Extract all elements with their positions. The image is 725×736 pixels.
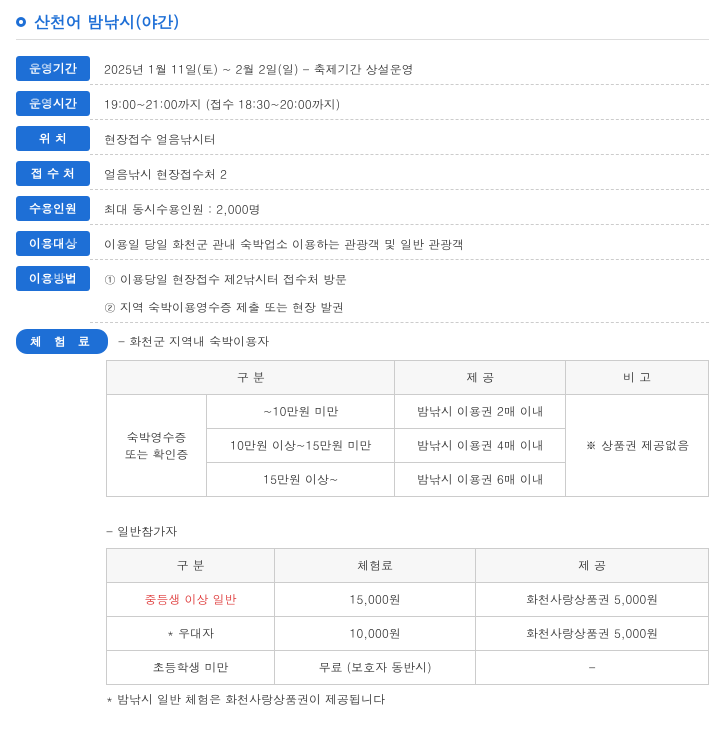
table-row: 중등생 이상 일반 15,000원 화천사랑상품권 5,000원: [107, 583, 709, 617]
value-register: 얼음낚시 현장접수처 2: [90, 161, 709, 190]
value-location: 현장접수 얼음낚시터: [90, 126, 709, 155]
row-hours: 운영시간 19:00~21:00까지 (접수 18:30~20:00까지): [16, 91, 709, 120]
label-register: 접 수 처: [16, 161, 90, 186]
th-provide: 제 공: [395, 361, 566, 395]
cell-range: 15만원 이상~: [207, 463, 395, 497]
row-fee: 체 험 료 - 화천군 지역내 숙박이용자: [16, 329, 709, 354]
row-target: 이용대상 이용일 당일 화천군 관내 숙박업소 이용하는 관광객 및 일반 관광…: [16, 231, 709, 260]
row-method: 이용방법 ① 이용당일 현장접수 제2낚시터 접수처 방문 ② 지역 숙박이용영…: [16, 266, 709, 323]
method-line2: ② 지역 숙박이용영수증 제출 또는 현장 발권: [104, 299, 709, 317]
cell-provide: 화천사랑상품권 5,000원: [476, 617, 709, 651]
row-location: 위 치 현장접수 얼음낚시터: [16, 126, 709, 155]
cell-range: ~10만원 미만: [207, 395, 395, 429]
label-hours: 운영시간: [16, 91, 90, 116]
cell-note: ※ 상품권 제공없음: [566, 395, 709, 497]
cell-provide: 밤낚시 이용권 6매 이내: [395, 463, 566, 497]
fee-general-table: 구 분 체험료 제 공 중등생 이상 일반 15,000원 화천사랑상품권 5,…: [106, 548, 709, 685]
cell-range: 10만원 이상~15만원 미만: [207, 429, 395, 463]
label-capacity: 수용인원: [16, 196, 90, 221]
value-target: 이용일 당일 화천군 관내 숙박업소 이용하는 관광객 및 일반 관광객: [90, 231, 709, 260]
value-period: 2025년 1월 11일(토) ~ 2월 2일(일) - 축제기간 상설운영: [90, 56, 709, 85]
fee-general-footnote: * 밤낚시 일반 체험은 화천사랑상품권이 제공됩니다: [106, 691, 709, 708]
row-capacity: 수용인원 최대 동시수용인원 : 2,000명: [16, 196, 709, 225]
cell-provide: 화천사랑상품권 5,000원: [476, 583, 709, 617]
table-row: 초등학생 미만 무료 (보호자 동반시) -: [107, 651, 709, 685]
fee-general-block: - 일반참가자 구 분 체험료 제 공 중등생 이상 일반 15,000원 화천…: [106, 515, 709, 708]
cell-category: * 우대자: [107, 617, 275, 651]
method-line1: ① 이용당일 현장접수 제2낚시터 접수처 방문: [104, 271, 709, 289]
cell-fee: 10,000원: [274, 617, 475, 651]
cell-provide: 밤낚시 이용권 4매 이내: [395, 429, 566, 463]
page-title: 산천어 밤낚시(야간): [34, 10, 179, 33]
cell-fee: 무료 (보호자 동반시): [274, 651, 475, 685]
th-category: 구 분: [107, 549, 275, 583]
value-hours: 19:00~21:00까지 (접수 18:30~20:00까지): [90, 91, 709, 120]
fee-stay-table: 구 분 제 공 비 고 숙박영수증 또는 확인증 ~10만원 미만 밤낚시 이용…: [106, 360, 709, 497]
label-fee: 체 험 료: [16, 329, 108, 354]
cell-provide: 밤낚시 이용권 2매 이내: [395, 395, 566, 429]
fee-stay-block: 구 분 제 공 비 고 숙박영수증 또는 확인증 ~10만원 미만 밤낚시 이용…: [106, 360, 709, 497]
cell-provide: -: [476, 651, 709, 685]
bullet-icon: [16, 17, 26, 27]
label-target: 이용대상: [16, 231, 90, 256]
row-period: 운영기간 2025년 1월 11일(토) ~ 2월 2일(일) - 축제기간 상…: [16, 56, 709, 85]
cell-fee: 15,000원: [274, 583, 475, 617]
table-row: * 우대자 10,000원 화천사랑상품권 5,000원: [107, 617, 709, 651]
value-method: ① 이용당일 현장접수 제2낚시터 접수처 방문 ② 지역 숙박이용영수증 제출…: [90, 266, 709, 323]
th-fee: 체험료: [274, 549, 475, 583]
fee-stay-heading-inline: - 화천군 지역내 숙박이용자: [118, 333, 269, 350]
th-category: 구 분: [107, 361, 395, 395]
page-title-row: 산천어 밤낚시(야간): [16, 10, 709, 40]
fee-general-heading: - 일반참가자: [106, 515, 709, 546]
cell-category: 초등학생 미만: [107, 651, 275, 685]
table-header-row: 구 분 체험료 제 공: [107, 549, 709, 583]
value-capacity: 최대 동시수용인원 : 2,000명: [90, 196, 709, 225]
th-note: 비 고: [566, 361, 709, 395]
label-method: 이용방법: [16, 266, 90, 291]
row-register: 접 수 처 얼음낚시 현장접수처 2: [16, 161, 709, 190]
cell-category: 중등생 이상 일반: [107, 583, 275, 617]
table-header-row: 구 분 제 공 비 고: [107, 361, 709, 395]
table-row: 숙박영수증 또는 확인증 ~10만원 미만 밤낚시 이용권 2매 이내 ※ 상품…: [107, 395, 709, 429]
label-location: 위 치: [16, 126, 90, 151]
cell-rowhead: 숙박영수증 또는 확인증: [107, 395, 207, 497]
th-provide: 제 공: [476, 549, 709, 583]
label-period: 운영기간: [16, 56, 90, 81]
